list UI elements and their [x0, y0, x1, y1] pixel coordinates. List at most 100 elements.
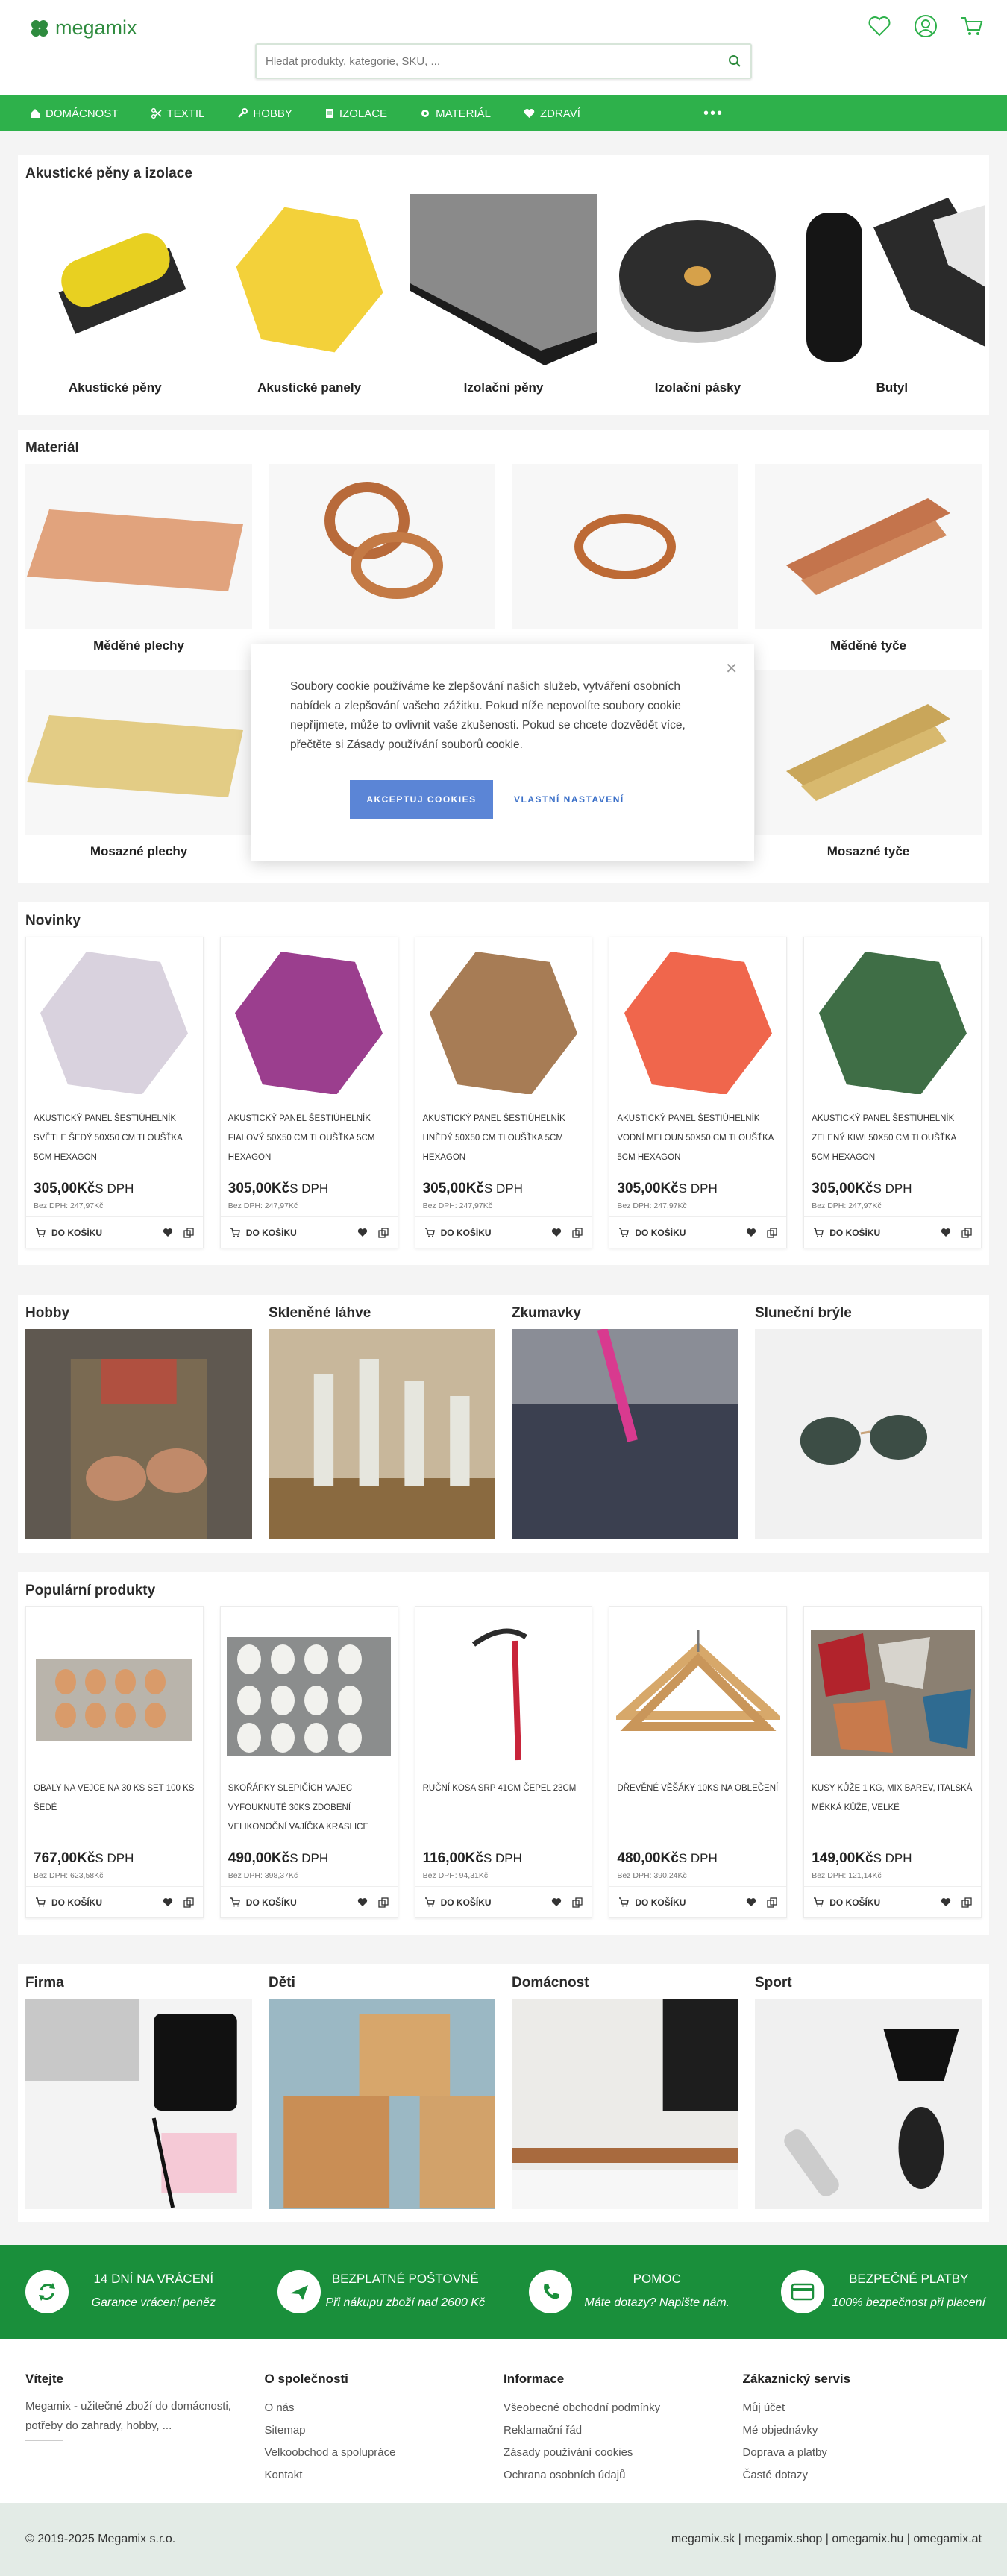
product-image[interactable]	[804, 937, 981, 1109]
nav-item-domacnost[interactable]: DOMÁCNOST	[30, 107, 119, 120]
add-to-cart-button[interactable]: DO KOŠÍKU	[424, 1228, 542, 1238]
account-button[interactable]	[913, 13, 938, 39]
product-name[interactable]: AKUSTICKÝ PANEL ŠESTIÚHELNÍK SVĚTLE ŠEDÝ…	[26, 1109, 203, 1181]
wishlist-button[interactable]	[357, 1228, 368, 1237]
logo[interactable]: megamix	[28, 16, 137, 40]
tile-sunglasses[interactable]: Sluneční brýle	[755, 1305, 982, 1539]
close-icon[interactable]: ✕	[725, 659, 738, 678]
product-card[interactable]: AKUSTICKÝ PANEL ŠESTIÚHELNÍK SVĚTLE ŠEDÝ…	[25, 937, 204, 1248]
category-copper-strips[interactable]	[269, 464, 495, 670]
category-brass-rods[interactable]: Mosazné tyče	[755, 670, 982, 876]
category-insulation-tape[interactable]: Izolační pásky	[600, 189, 794, 395]
compare-button[interactable]	[378, 1897, 389, 1908]
tile-glass-bottles[interactable]: Skleněné láhve	[269, 1305, 495, 1539]
tile-firma[interactable]: Firma	[25, 1975, 252, 2209]
domain-link[interactable]: megamix.sk	[671, 2533, 735, 2546]
category-brass-sheets[interactable]: Mosazné plechy	[25, 670, 252, 876]
product-name[interactable]: AKUSTICKÝ PANEL ŠESTIÚHELNÍK ZELENÝ KIWI…	[804, 1109, 981, 1181]
footer-link-faq[interactable]: Časté dotazy	[743, 2464, 982, 2487]
nav-item-material[interactable]: MATERIÁL	[420, 107, 491, 120]
footer-link-objednavky[interactable]: Mé objednávky	[743, 2419, 982, 2442]
compare-button[interactable]	[572, 1897, 583, 1908]
category-copper-wire[interactable]	[512, 464, 738, 670]
add-to-cart-button[interactable]: DO KOŠÍKU	[230, 1228, 347, 1238]
product-name[interactable]: AKUSTICKÝ PANEL ŠESTIÚHELNÍK VODNÍ MELOU…	[609, 1109, 786, 1181]
product-card[interactable]: AKUSTICKÝ PANEL ŠESTIÚHELNÍK ZELENÝ KIWI…	[803, 937, 982, 1248]
product-card[interactable]: AKUSTICKÝ PANEL ŠESTIÚHELNÍK VODNÍ MELOU…	[609, 937, 787, 1248]
footer-link-cookies[interactable]: Zásady používání cookies	[503, 2442, 743, 2464]
product-name[interactable]: OBALY NA VEJCE NA 30 KS SET 100 KS ŠEDÉ	[26, 1779, 203, 1850]
category-butyl[interactable]: Butyl	[795, 189, 989, 395]
wishlist-button[interactable]	[746, 1897, 756, 1907]
wishlist-button[interactable]	[867, 13, 892, 39]
cookie-settings-link[interactable]: VLASTNÍ NASTAVENÍ	[514, 794, 624, 805]
footer-link-o-nas[interactable]: O nás	[265, 2397, 504, 2419]
add-to-cart-button[interactable]: DO KOŠÍKU	[35, 1228, 152, 1238]
footer-link-vop[interactable]: Všeobecné obchodní podmínky	[503, 2397, 743, 2419]
tile-domacnost[interactable]: Domácnost	[512, 1975, 738, 2209]
footer-link-reklamace[interactable]: Reklamační řád	[503, 2419, 743, 2442]
cart-button[interactable]	[959, 13, 985, 39]
nav-item-hobby[interactable]: HOBBY	[237, 107, 292, 120]
accept-cookies-button[interactable]: AKCEPTUJ COOKIES	[350, 780, 493, 819]
footer-link-gdpr[interactable]: Ochrana osobních údajů	[503, 2464, 743, 2487]
tile-hobby[interactable]: Hobby	[25, 1305, 252, 1539]
product-name[interactable]: DŘEVĚNÉ VĚŠÁKY 10KS NA OBLEČENÍ	[609, 1779, 786, 1850]
product-name[interactable]: SKOŘÁPKY SLEPIČÍCH VAJEC VYFOUKNUTÉ 30KS…	[221, 1779, 398, 1850]
wishlist-button[interactable]	[551, 1897, 562, 1907]
category-copper-sheets[interactable]: Měděné plechy	[25, 464, 252, 670]
product-image[interactable]	[221, 937, 398, 1109]
nav-item-izolace[interactable]: IZOLACE	[325, 107, 387, 120]
footer-link-kontakt[interactable]: Kontakt	[265, 2464, 504, 2487]
wishlist-button[interactable]	[163, 1897, 173, 1907]
compare-button[interactable]	[767, 1228, 777, 1238]
search-input[interactable]	[257, 45, 704, 78]
wishlist-button[interactable]	[551, 1228, 562, 1237]
category-acoustic-panels[interactable]: Akustické panely	[212, 189, 406, 395]
product-image[interactable]	[609, 937, 786, 1109]
product-name[interactable]: KUSY KŮŽE 1 KG, MIX BAREV, ITALSKÁ MĚKKÁ…	[804, 1779, 981, 1850]
more-menu-icon[interactable]: •••	[703, 105, 724, 122]
wishlist-button[interactable]	[941, 1897, 951, 1907]
product-card[interactable]: AKUSTICKÝ PANEL ŠESTIÚHELNÍK FIALOVÝ 50X…	[220, 937, 398, 1248]
product-image[interactable]	[415, 937, 592, 1109]
product-card[interactable]: DŘEVĚNÉ VĚŠÁKY 10KS NA OBLEČENÍ480,00KčS…	[609, 1606, 787, 1918]
search-button[interactable]	[725, 51, 744, 71]
nav-item-zdravi[interactable]: ZDRAVÍ	[524, 107, 580, 120]
domain-link[interactable]: megamix.shop	[735, 2533, 822, 2546]
add-to-cart-button[interactable]: DO KOŠÍKU	[35, 1897, 152, 1908]
domain-link[interactable]: omegamix.hu	[822, 2533, 903, 2546]
add-to-cart-button[interactable]: DO KOŠÍKU	[230, 1897, 347, 1908]
tile-test-tubes[interactable]: Zkumavky	[512, 1305, 738, 1539]
footer-link-doprava[interactable]: Doprava a platby	[743, 2442, 982, 2464]
compare-button[interactable]	[767, 1897, 777, 1908]
wishlist-button[interactable]	[163, 1228, 173, 1237]
tile-sport[interactable]: Sport	[755, 1975, 982, 2209]
product-name[interactable]: RUČNÍ KOSA SRP 41CM ČEPEL 23CM	[415, 1779, 592, 1850]
product-image[interactable]	[221, 1607, 398, 1779]
product-card[interactable]: KUSY KŮŽE 1 KG, MIX BAREV, ITALSKÁ MĚKKÁ…	[803, 1606, 982, 1918]
product-image[interactable]	[415, 1607, 592, 1779]
tile-deti[interactable]: Děti	[269, 1975, 495, 2209]
compare-button[interactable]	[183, 1228, 194, 1238]
product-card[interactable]: RUČNÍ KOSA SRP 41CM ČEPEL 23CM116,00KčS …	[415, 1606, 593, 1918]
domain-link[interactable]: omegamix.at	[903, 2533, 982, 2546]
product-card[interactable]: OBALY NA VEJCE NA 30 KS SET 100 KS ŠEDÉ7…	[25, 1606, 204, 1918]
wishlist-button[interactable]	[746, 1228, 756, 1237]
product-image[interactable]	[609, 1607, 786, 1779]
compare-button[interactable]	[961, 1228, 972, 1238]
wishlist-button[interactable]	[357, 1897, 368, 1907]
compare-button[interactable]	[183, 1897, 194, 1908]
category-acoustic-foam[interactable]: Akustické pěny	[18, 189, 212, 395]
nav-item-textil[interactable]: TEXTIL	[151, 107, 205, 120]
add-to-cart-button[interactable]: DO KOŠÍKU	[813, 1897, 930, 1908]
product-name[interactable]: AKUSTICKÝ PANEL ŠESTIÚHELNÍK FIALOVÝ 50X…	[221, 1109, 398, 1181]
compare-button[interactable]	[378, 1228, 389, 1238]
add-to-cart-button[interactable]: DO KOŠÍKU	[424, 1897, 542, 1908]
compare-button[interactable]	[961, 1897, 972, 1908]
footer-link-sitemap[interactable]: Sitemap	[265, 2419, 504, 2442]
product-image[interactable]	[804, 1607, 981, 1779]
footer-link-velkoobchod[interactable]: Velkoobchod a spolupráce	[265, 2442, 504, 2464]
product-image[interactable]	[26, 1607, 203, 1779]
wishlist-button[interactable]	[941, 1228, 951, 1237]
